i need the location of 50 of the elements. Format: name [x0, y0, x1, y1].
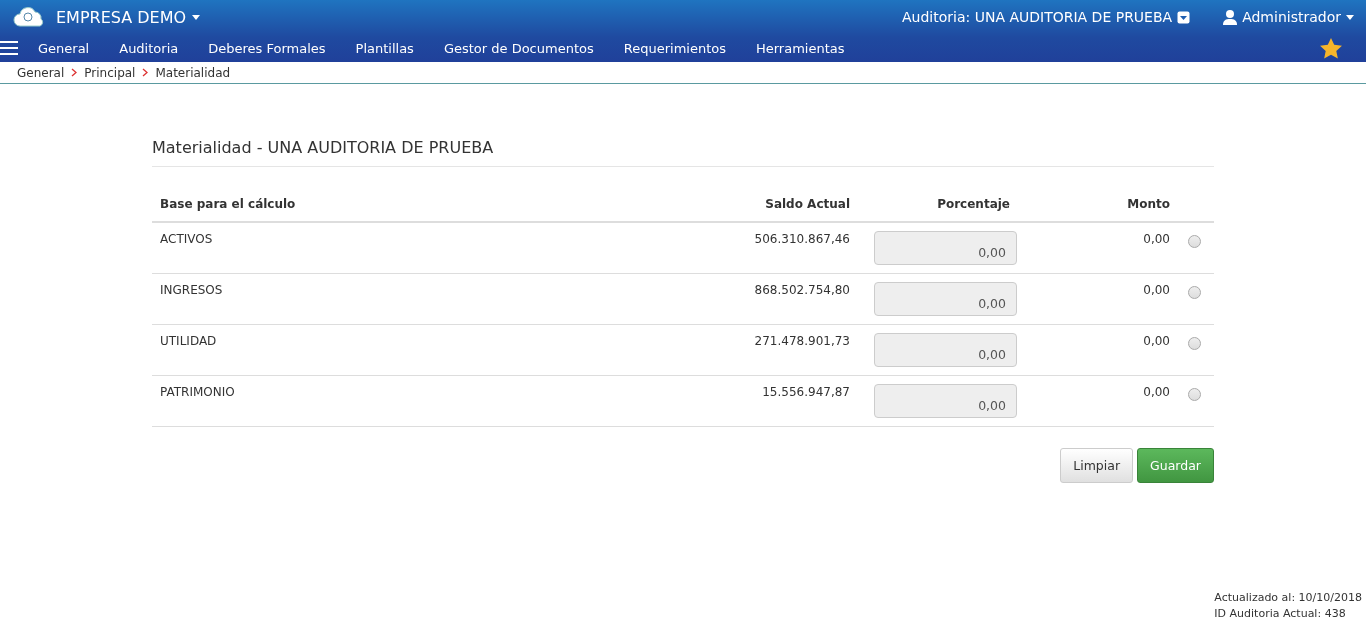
column-header: Base para el cálculo	[159, 196, 297, 213]
clear-button[interactable]: Limpiar	[1060, 448, 1134, 483]
radio-button[interactable]	[1188, 286, 1201, 299]
table-cell-text: PATRIMONIO	[159, 384, 236, 401]
table-cell-text: 506.310.867,46	[753, 231, 851, 248]
table-cell-text: 0,00	[1142, 231, 1171, 248]
audit-selector[interactable]: Auditoria: UNA AUDITORIA DE PRUEBA	[902, 9, 1191, 25]
chevron-icon	[71, 68, 78, 77]
table-cell-text: 0,00	[1142, 282, 1171, 299]
chevron-icon	[142, 68, 149, 77]
caret-icon	[1346, 14, 1354, 20]
column-header: Porcentaje	[936, 196, 1011, 213]
footer-info-text: Actualizado al: 10/10/2018	[1214, 590, 1362, 606]
nav-menu-item[interactable]: Auditoria	[119, 40, 179, 56]
percentage-field[interactable]: 0,00	[874, 282, 1017, 316]
table-cell-text: UTILIDAD	[159, 333, 218, 350]
footer-info-text: ID Auditoria Actual: 438	[1214, 606, 1347, 622]
percentage-field[interactable]: 0,00	[874, 231, 1017, 265]
star-icon[interactable]	[1320, 37, 1342, 59]
cloud-logo-icon	[12, 6, 46, 28]
radio-button[interactable]	[1188, 235, 1201, 248]
percentage-field[interactable]: 0,00	[874, 384, 1017, 418]
breadcrumb-link[interactable]: Principal	[84, 65, 136, 80]
caret-icon	[192, 14, 201, 20]
breadcrumb-link[interactable]: Materialidad	[155, 65, 231, 80]
breadcrumb-link[interactable]: General	[17, 65, 65, 80]
column-header: Saldo Actual	[764, 196, 851, 213]
table-cell-text: ACTIVOS	[159, 231, 214, 248]
nav-menu-item[interactable]: Deberes Formales	[208, 40, 326, 56]
table-cell-text: 868.502.754,80	[753, 282, 851, 299]
table-cell-text: 271.478.901,73	[753, 333, 851, 350]
table-cell-text: 15.556.947,87	[761, 384, 851, 401]
company-dropdown[interactable]: EMPRESA DEMO	[56, 7, 201, 27]
user-menu[interactable]: Administrador	[1223, 9, 1354, 25]
column-header: Monto	[1126, 196, 1171, 213]
radio-button[interactable]	[1188, 388, 1201, 401]
table-cell-text: 0,00	[1142, 384, 1171, 401]
nav-menu-item[interactable]: Gestor de Documentos	[443, 40, 594, 56]
nav-menu-item[interactable]: Herramientas	[755, 40, 845, 56]
nav-menu-item[interactable]: Plantillas	[355, 40, 414, 56]
page-title: Materialidad - UNA AUDITORIA DE PRUEBA	[152, 138, 1214, 167]
user-icon	[1223, 9, 1238, 25]
table-cell-text: INGRESOS	[159, 282, 224, 299]
nav-menu-item[interactable]: Requerimientos	[623, 40, 726, 56]
radio-button[interactable]	[1188, 337, 1201, 350]
nav-menu-item[interactable]: General	[38, 40, 90, 56]
table-cell-text: 0,00	[1142, 333, 1171, 350]
dropdown-box-icon	[1177, 10, 1191, 24]
percentage-field[interactable]: 0,00	[874, 333, 1017, 367]
menu-icon[interactable]	[0, 41, 18, 55]
